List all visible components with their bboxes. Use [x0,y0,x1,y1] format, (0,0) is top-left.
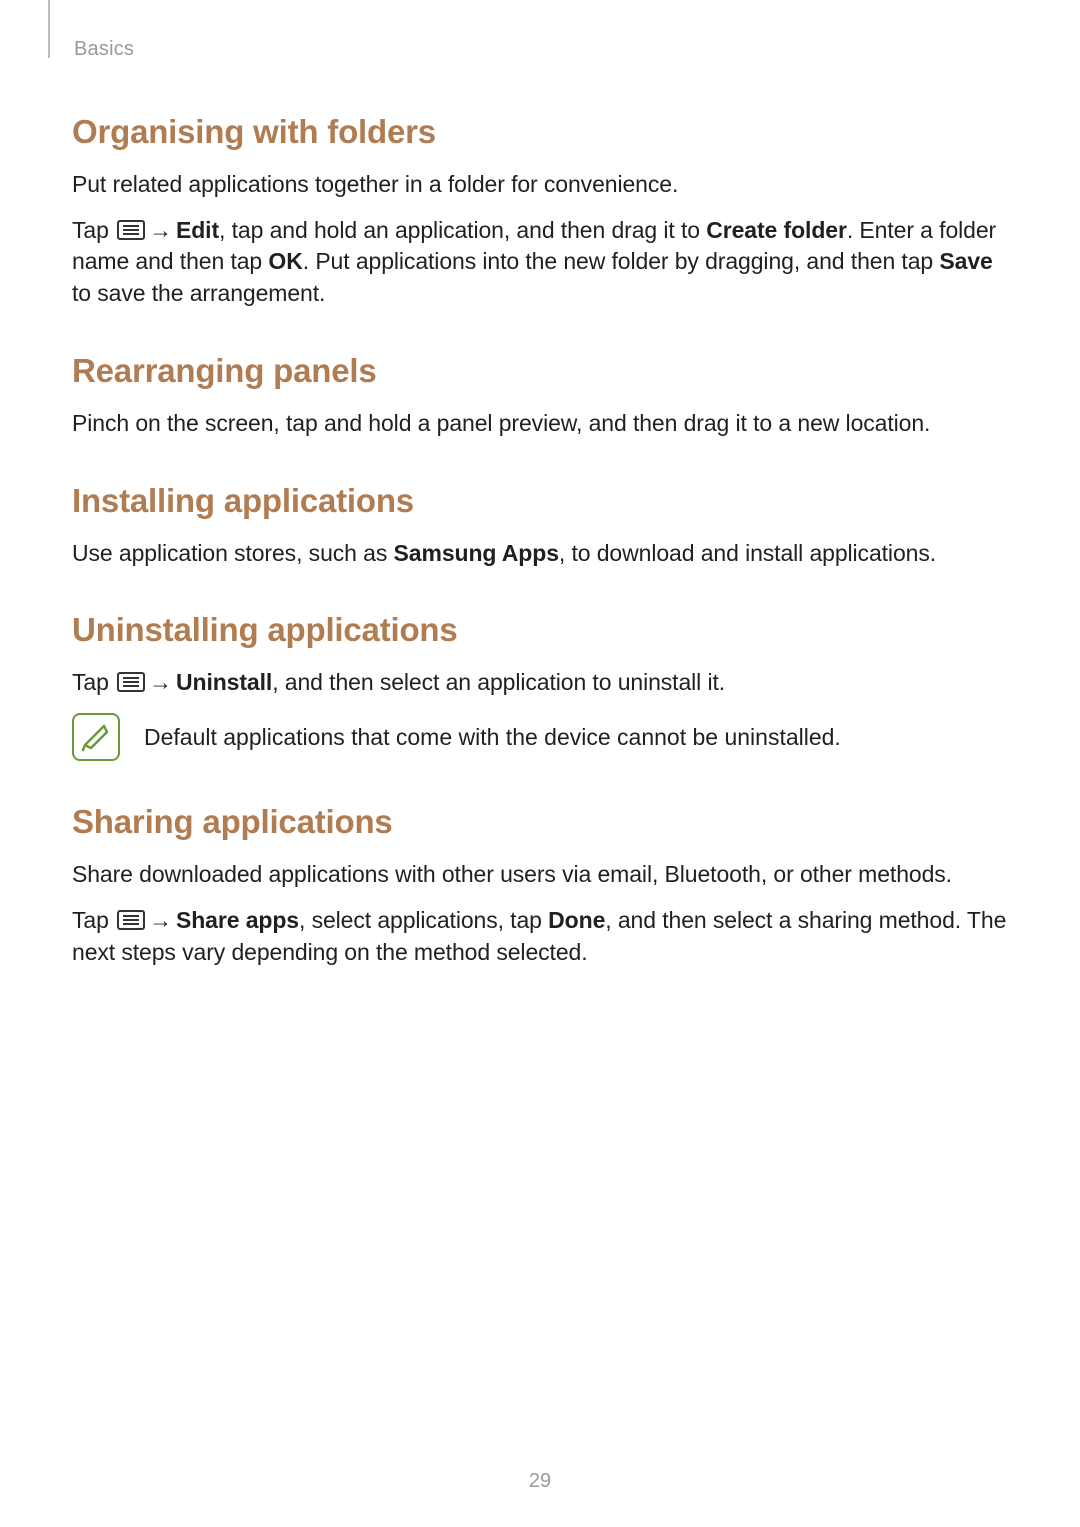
label-samsung-apps: Samsung Apps [394,540,559,566]
menu-icon [117,910,145,930]
text-fragment: . Put applications into the new folder b… [303,248,940,274]
heading-uninstalling: Uninstalling applications [72,611,1008,649]
section-rearranging: Rearranging panels Pinch on the screen, … [72,352,1008,440]
text-fragment: to save the arrangement. [72,280,325,306]
text-fragment: Use application stores, such as [72,540,394,566]
label-edit: Edit [176,217,219,243]
text-fragment: , and then select an application to unin… [272,669,725,695]
note-row: Default applications that come with the … [72,713,1008,761]
section-uninstalling: Uninstalling applications Tap → Uninstal… [72,611,1008,761]
page-container: Basics Organising with folders Put relat… [0,0,1080,1527]
sharing-intro: Share downloaded applications with other… [72,859,1008,891]
label-uninstall: Uninstall [176,669,272,695]
text-fragment: , select applications, tap [299,907,548,933]
arrow-icon: → [149,215,172,247]
organising-steps: Tap → Edit, tap and hold an application,… [72,215,1008,310]
section-organising: Organising with folders Put related appl… [72,113,1008,310]
text-tap: Tap [72,669,115,695]
label-ok: OK [268,248,302,274]
arrow-icon: → [149,905,172,937]
text-fragment: , to download and install applications. [559,540,936,566]
header-rule [48,0,50,58]
installing-body: Use application stores, such as Samsung … [72,538,1008,570]
note-icon [72,713,120,761]
text-fragment: , tap and hold an application, and then … [219,217,706,243]
uninstalling-body: Tap → Uninstall, and then select an appl… [72,667,1008,699]
label-save: Save [939,248,992,274]
heading-installing: Installing applications [72,482,1008,520]
organising-intro: Put related applications together in a f… [72,169,1008,201]
arrow-icon: → [149,667,172,699]
rearranging-body: Pinch on the screen, tap and hold a pane… [72,408,1008,440]
note-text: Default applications that come with the … [144,724,841,751]
menu-icon [117,672,145,692]
heading-sharing: Sharing applications [72,803,1008,841]
text-tap: Tap [72,907,115,933]
label-share-apps: Share apps [176,907,299,933]
section-sharing: Sharing applications Share downloaded ap… [72,803,1008,968]
label-done: Done [548,907,605,933]
heading-rearranging: Rearranging panels [72,352,1008,390]
page-number: 29 [0,1470,1080,1493]
sharing-steps: Tap → Share apps, select applications, t… [72,905,1008,968]
label-create-folder: Create folder [706,217,847,243]
menu-icon [117,220,145,240]
breadcrumb: Basics [74,38,1008,61]
text-tap: Tap [72,217,115,243]
heading-organising: Organising with folders [72,113,1008,151]
section-installing: Installing applications Use application … [72,482,1008,570]
